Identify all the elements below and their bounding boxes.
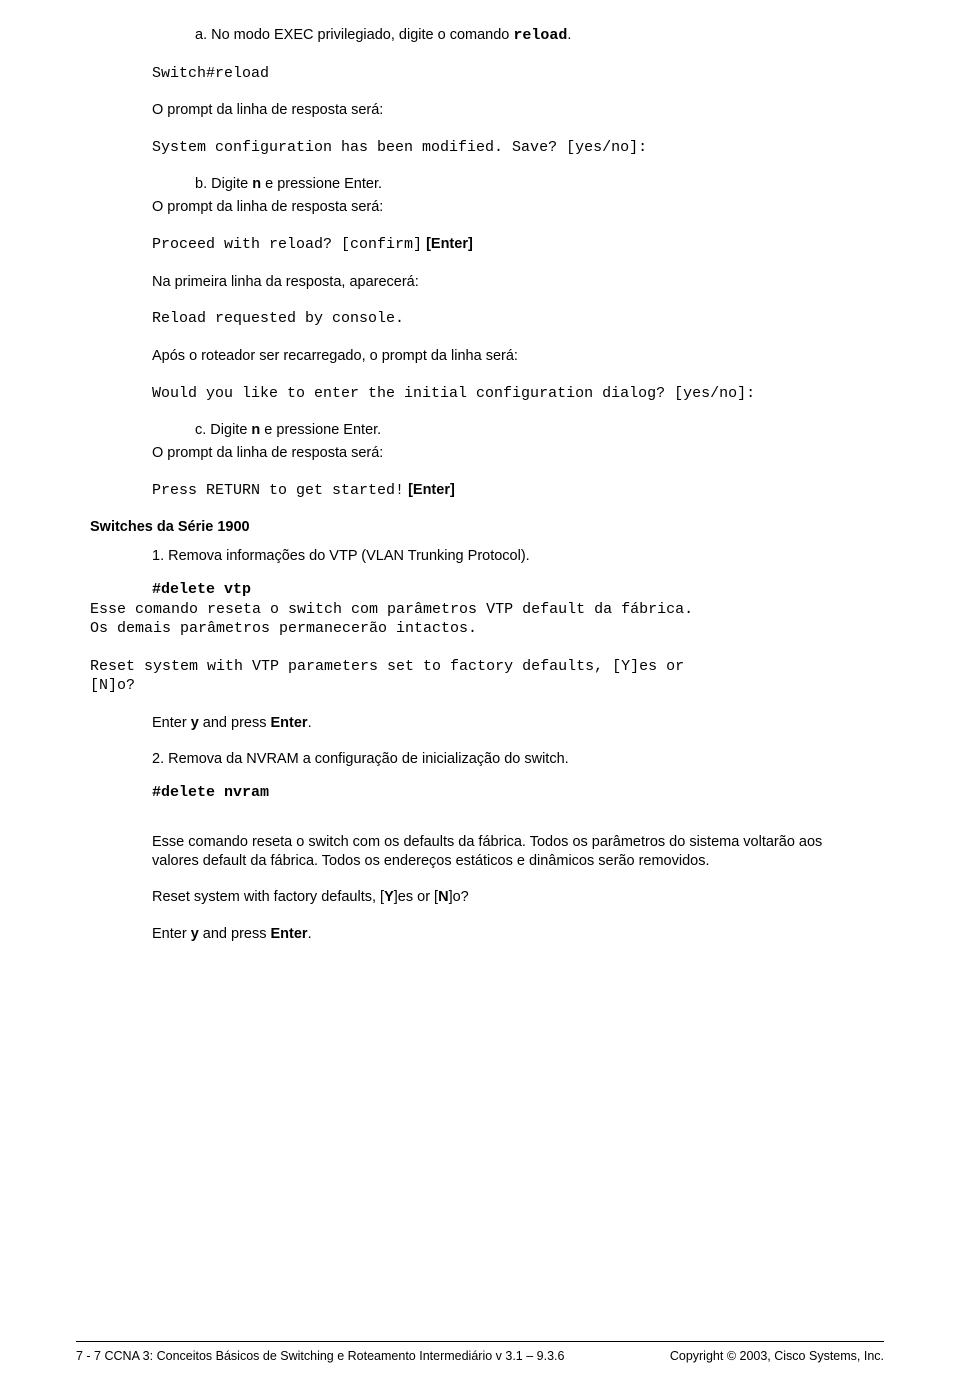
footer-left: 7 - 7 CCNA 3: Conceitos Básicos de Switc… [76, 1348, 564, 1364]
delete-vtp-cmd: #delete vtp [152, 580, 870, 600]
switches-1900-title: Switches da Série 1900 [90, 518, 870, 537]
enter-key-2: [Enter] [404, 482, 455, 498]
step-b: b. Digite n e pressione Enter. [195, 175, 870, 194]
enter-y-1: Enter y and press Enter. [152, 714, 870, 733]
reset-vtp-1: Reset system with VTP parameters set to … [90, 657, 870, 677]
step-c: c. Digite n e pressione Enter. [195, 421, 870, 440]
e1c: and press [199, 715, 271, 731]
vtp-desc-1: Esse comando reseta o switch com parâmet… [90, 600, 870, 620]
step-c-pre: c. Digite [195, 422, 251, 438]
initial-config: Would you like to enter the initial conf… [152, 384, 870, 404]
reload-requested: Reload requested by console. [152, 309, 870, 329]
r2c: ]es or [ [394, 889, 438, 905]
first-line-resp: Na primeira linha da resposta, aparecerá… [152, 273, 870, 292]
e2a: Enter [152, 926, 191, 942]
step-c-post: e pressione Enter. [260, 422, 381, 438]
reset-factory: Reset system with factory defaults, [Y]e… [152, 888, 870, 907]
footer-rule [76, 1341, 884, 1342]
press-return-text: Press RETURN to get started! [152, 482, 404, 499]
prompt-line-1: O prompt da linha de resposta será: [152, 101, 870, 120]
nvram-desc: Esse comando reseta o switch com os defa… [152, 833, 870, 871]
prompt-line-2: O prompt da linha de resposta será: [152, 198, 870, 217]
enter-word-2: Enter [271, 926, 308, 942]
footer-right: Copyright © 2003, Cisco Systems, Inc. [670, 1348, 884, 1364]
e2e: . [308, 926, 312, 942]
y-key-1: y [191, 715, 199, 731]
y-bold: Y [384, 889, 394, 905]
y-key-2: y [191, 926, 199, 942]
e1e: . [308, 715, 312, 731]
n-key-2: n [251, 422, 260, 438]
step-a-text: a. No modo EXEC privilegiado, digite o c… [195, 27, 513, 43]
prompt-line-3: O prompt da linha de resposta será: [152, 444, 870, 463]
e1a: Enter [152, 715, 191, 731]
enter-y-2: Enter y and press Enter. [152, 925, 870, 944]
n-key-1: n [252, 176, 261, 192]
list-item-2: 2. Remova da NVRAM a configuração de ini… [170, 750, 870, 769]
proceed-reload: Proceed with reload? [confirm] [Enter] [152, 235, 870, 255]
enter-word-1: Enter [271, 715, 308, 731]
press-return: Press RETURN to get started! [Enter] [152, 481, 870, 501]
r2e: ]o? [449, 889, 469, 905]
sys-config-mod: System configuration has been modified. … [152, 138, 870, 158]
footer-row: 7 - 7 CCNA 3: Conceitos Básicos de Switc… [0, 1348, 960, 1364]
reload-cmd: reload [513, 27, 567, 44]
page-footer: 7 - 7 CCNA 3: Conceitos Básicos de Switc… [0, 1341, 960, 1364]
r2a: Reset system with factory defaults, [ [152, 889, 384, 905]
reset-vtp-2: [N]o? [90, 676, 870, 696]
body-content: a. No modo EXEC privilegiado, digite o c… [90, 26, 870, 1022]
after-reload: Após o roteador ser recarregado, o promp… [152, 347, 870, 366]
switch-reload: Switch#reload [152, 64, 870, 84]
document-page: a. No modo EXEC privilegiado, digite o c… [0, 0, 960, 1380]
vtp-desc-2: Os demais parâmetros permanecerão intact… [90, 619, 870, 639]
list-item-1: 1. Remova informações do VTP (VLAN Trunk… [170, 547, 870, 566]
n-bold: N [438, 889, 448, 905]
step-b-post: e pressione Enter. [261, 176, 382, 192]
step-a: a. No modo EXEC privilegiado, digite o c… [195, 26, 870, 46]
step-b-pre: b. Digite [195, 176, 252, 192]
enter-key-1: [Enter] [422, 236, 473, 252]
delete-nvram-cmd: #delete nvram [152, 783, 870, 803]
e2c: and press [199, 926, 271, 942]
proceed-text: Proceed with reload? [confirm] [152, 236, 422, 253]
dot: . [567, 27, 571, 43]
